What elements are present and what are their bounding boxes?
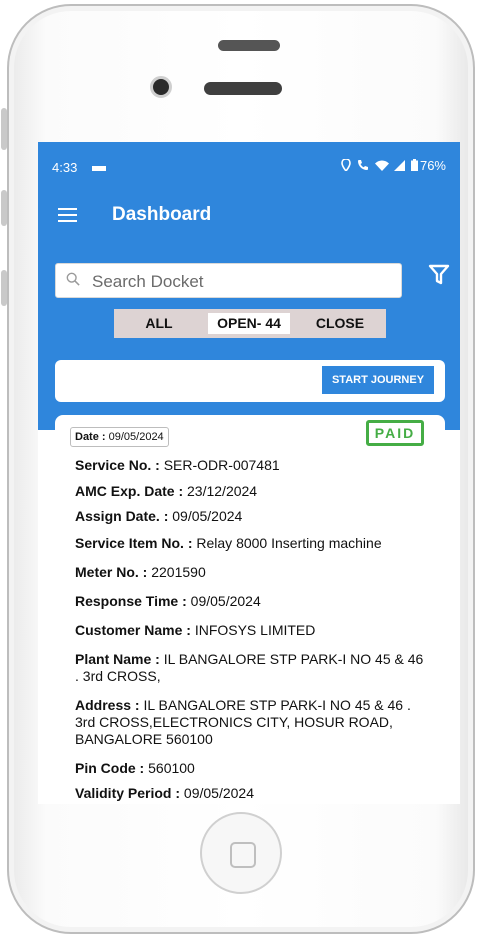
- start-journey-button[interactable]: START JOURNEY: [322, 366, 434, 394]
- field-value: 2201590: [151, 563, 206, 580]
- field-value: SER-ODR-007481: [163, 457, 280, 473]
- field-value: 09/05/2024: [190, 592, 261, 609]
- field-service-item-no: Service Item No. : Relay 8000 Inserting …: [75, 535, 425, 552]
- field-label: Assign Date. :: [75, 508, 169, 524]
- field-customer-name: Customer Name : INFOSYS LIMITED: [75, 622, 425, 639]
- front-camera: [150, 76, 172, 98]
- status-tabs: ALL OPEN- 44 CLOSE: [114, 309, 386, 338]
- field-value: 09/05/2024: [172, 508, 243, 524]
- wifi-icon: [374, 160, 389, 171]
- page-title: Dashboard: [112, 204, 212, 225]
- earpiece-grille: [204, 82, 282, 95]
- docket-fields: Service No. : SER-ODR-007481 AMC Exp. Da…: [75, 457, 425, 804]
- field-address: Address : IL BANGALORE STP PARK-I NO 45 …: [75, 697, 425, 748]
- field-value: 09/05/2024: [183, 784, 254, 801]
- phone-icon: [358, 160, 369, 170]
- field-value: Relay 8000 Inserting machine: [196, 534, 382, 551]
- app-screen: 4:33 76% Dashboard ALL OPEN- 44 CLOSE ST…: [38, 142, 460, 804]
- field-label: Response Time :: [75, 592, 187, 609]
- tab-close[interactable]: CLOSE: [300, 313, 380, 334]
- search-icon: [66, 272, 80, 286]
- volume-up-button: [1, 190, 7, 226]
- field-validity-period: Validity Period : 09/05/2024: [75, 785, 425, 802]
- docket-date-value: 09/05/2024: [108, 431, 164, 443]
- field-label: Address :: [75, 696, 140, 713]
- mute-switch: [1, 108, 7, 150]
- field-response-time: Response Time : 09/05/2024: [75, 593, 425, 610]
- filter-icon[interactable]: [428, 264, 450, 286]
- volume-down-button: [1, 270, 7, 306]
- field-amc-exp-date: AMC Exp. Date : 23/12/2024: [75, 483, 425, 500]
- home-button[interactable]: [200, 812, 282, 894]
- docket-date-label: Date :: [75, 431, 106, 443]
- tab-all[interactable]: ALL: [122, 313, 196, 334]
- journey-card: START JOURNEY: [55, 360, 445, 402]
- field-pin-code: Pin Code : 560100: [75, 760, 425, 777]
- field-service-no: Service No. : SER-ODR-007481: [75, 457, 425, 474]
- field-value: INFOSYS LIMITED: [194, 621, 316, 638]
- search-input[interactable]: [90, 268, 394, 296]
- location-icon: [341, 158, 352, 173]
- field-label: Service Item No. :: [75, 534, 193, 551]
- tab-open[interactable]: OPEN- 44: [208, 313, 290, 334]
- signal-icon: [394, 160, 406, 171]
- search-bar: [55, 263, 402, 298]
- status-bar: 4:33 76%: [38, 142, 460, 194]
- field-meter-no: Meter No. : 2201590: [75, 564, 425, 581]
- field-label: Customer Name :: [75, 621, 191, 638]
- field-value: 23/12/2024: [187, 482, 258, 499]
- menu-icon[interactable]: [58, 208, 77, 222]
- docket-date-badge: Date : 09/05/2024: [70, 427, 169, 447]
- app-bar: Dashboard: [38, 194, 460, 240]
- field-label: AMC Exp. Date :: [75, 482, 184, 499]
- docket-card[interactable]: Date : 09/05/2024 PAID Service No. : SER…: [55, 415, 445, 804]
- field-plant-name: Plant Name : IL BANGALORE STP PARK-I NO …: [75, 651, 425, 685]
- field-label: Plant Name :: [75, 650, 160, 667]
- notification-icon: [92, 166, 106, 171]
- battery-percentage: 76%: [419, 158, 446, 173]
- field-label: Service No. :: [75, 457, 160, 473]
- status-time: 4:33: [52, 160, 78, 175]
- field-value: 560100: [148, 759, 195, 776]
- field-label: Validity Period :: [75, 784, 181, 801]
- home-square-icon: [230, 842, 256, 868]
- top-speaker: [218, 40, 280, 51]
- paid-stamp: PAID: [366, 420, 424, 446]
- field-label: Meter No. :: [75, 563, 148, 580]
- field-label: Pin Code :: [75, 759, 145, 776]
- battery-icon: [410, 159, 418, 171]
- status-icons: 76%: [341, 158, 446, 173]
- field-assign-date: Assign Date. : 09/05/2024: [75, 508, 425, 525]
